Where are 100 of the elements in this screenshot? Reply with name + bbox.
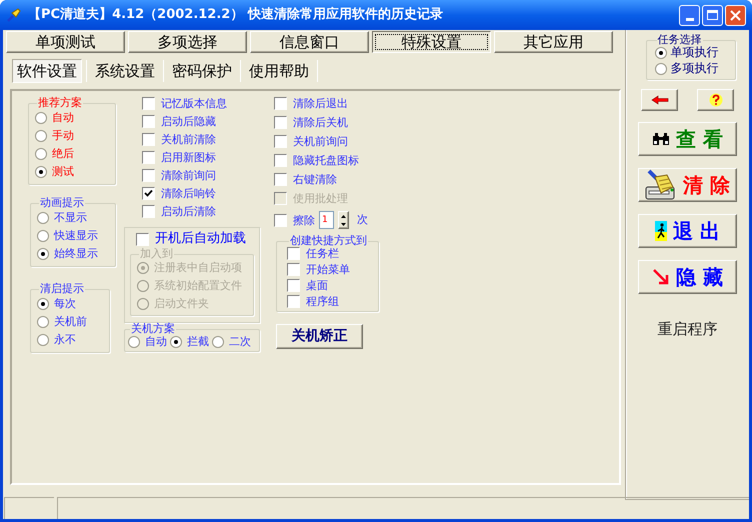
radio-button[interactable]	[654, 46, 666, 58]
radio-button[interactable]	[37, 230, 49, 242]
checkbox[interactable]	[136, 232, 149, 246]
radio-button[interactable]	[35, 166, 47, 178]
close-icon	[730, 10, 741, 20]
radio-button[interactable]	[35, 148, 47, 160]
action-button[interactable]: 隐 藏	[638, 260, 737, 294]
spin-button[interactable]	[338, 211, 349, 229]
checkbox[interactable]	[142, 97, 155, 110]
help-icon	[708, 93, 722, 107]
window-title: 【PC清道夫】4.12（2002.12.2） 快速清除常用应用软件的历史记录	[28, 6, 443, 24]
radio-button[interactable]	[35, 112, 47, 124]
checkbox-label: 程序组	[306, 295, 339, 308]
group-title: 动画提示	[39, 197, 85, 209]
checkbox-label: 记忆版本信息	[161, 97, 227, 110]
radio-label: 自动	[145, 335, 167, 348]
checkbox[interactable]	[274, 154, 287, 167]
checkbox[interactable]	[287, 295, 300, 308]
checkbox-label: 使用批处理	[293, 192, 348, 205]
back-button[interactable]	[641, 89, 678, 111]
checkbox[interactable]	[274, 135, 287, 148]
main-tab[interactable]: 其它应用	[494, 31, 613, 53]
checkbox-label: 启动后隐藏	[161, 115, 216, 128]
radio-label: 快速显示	[54, 229, 98, 242]
radio-button[interactable]	[37, 298, 49, 310]
left-arrow-icon	[650, 95, 668, 105]
down-arrow-icon	[341, 222, 346, 226]
action-button[interactable]: 查 看	[638, 122, 737, 156]
status-pane	[4, 497, 54, 519]
main-tab[interactable]: 特殊设置	[372, 31, 491, 53]
radio-button[interactable]	[128, 336, 140, 348]
checkbox-label: 开机后自动加载	[155, 231, 246, 247]
checkbox-label: 清除后退出	[293, 97, 348, 110]
sub-tab[interactable]: 系统设置	[91, 59, 159, 83]
radio-label: 永不	[54, 333, 76, 346]
radio-button[interactable]	[212, 336, 224, 348]
correct-button[interactable]: 关机矫正	[276, 324, 363, 349]
sub-tab[interactable]: 密码保护	[168, 59, 236, 83]
sub-tab[interactable]: 使用帮助	[245, 59, 313, 83]
checkbox[interactable]	[142, 169, 155, 182]
main-tab[interactable]: 单项测试	[6, 31, 125, 53]
up-arrow-icon	[341, 214, 346, 218]
arrow-icon	[652, 268, 670, 286]
main-tab[interactable]: 信息窗口	[250, 31, 369, 53]
radio-button[interactable]	[37, 248, 49, 260]
radio-label: 不显示	[54, 211, 87, 224]
radio-button[interactable]	[37, 316, 49, 328]
checkbox-label: 开始菜单	[306, 263, 350, 276]
checkbox-label: 右键清除	[293, 173, 337, 186]
action-button[interactable]: 退 出	[638, 214, 737, 248]
count-field[interactable]: 1	[319, 211, 334, 229]
radio-label: 手动	[52, 129, 74, 142]
checkbox[interactable]	[287, 247, 300, 260]
radio-label: 绝后	[52, 147, 74, 160]
walking-man-icon	[655, 221, 668, 241]
radio-label: 单项执行	[670, 46, 718, 59]
checkbox[interactable]	[287, 263, 300, 276]
group-title: 加入到	[139, 248, 174, 260]
radio-button[interactable]	[170, 336, 182, 348]
checkbox-label: 清除后关机	[293, 116, 348, 129]
checkbox-label: 隐藏托盘图标	[293, 154, 359, 167]
radio-label: 测试	[52, 165, 74, 178]
minimize-button[interactable]	[679, 4, 700, 26]
radio-label: 系统初始配置文件	[154, 279, 242, 292]
radio-label: 关机前	[54, 315, 87, 328]
printer-broom-icon	[645, 169, 678, 201]
checkbox[interactable]	[142, 187, 155, 200]
group-title: 创建快捷方式到	[289, 235, 368, 247]
checkbox[interactable]	[142, 133, 155, 146]
radio-label: 注册表中自启动项	[154, 261, 242, 274]
main-tab[interactable]: 多项选择	[128, 31, 247, 53]
checkbox-label: 桌面	[306, 279, 328, 292]
radio-label: 始终显示	[54, 247, 98, 260]
maximize-button[interactable]	[702, 4, 723, 26]
checkbox[interactable]	[274, 173, 287, 186]
group-title: 任务选择	[656, 34, 702, 46]
radio-button[interactable]	[37, 212, 49, 224]
broom-icon	[6, 7, 22, 23]
sub-tab[interactable]: 软件设置	[12, 59, 82, 83]
checkbox-label: 擦除	[293, 214, 315, 226]
radio-button[interactable]	[654, 62, 666, 74]
checkbox-label: 关机前清除	[161, 133, 216, 146]
radio-label: 拦截	[187, 335, 209, 348]
checkbox[interactable]	[274, 214, 287, 226]
radio-label: 二次	[229, 335, 251, 348]
checkbox[interactable]	[274, 97, 287, 110]
checkbox[interactable]	[142, 151, 155, 164]
checkbox[interactable]	[142, 115, 155, 128]
close-button[interactable]	[725, 4, 746, 26]
checkbox[interactable]	[142, 205, 155, 218]
checkbox[interactable]	[274, 116, 287, 129]
restart-label[interactable]: 重启程序	[658, 318, 718, 340]
help-button[interactable]	[697, 89, 734, 111]
checkbox-label: 清除后响铃	[161, 187, 216, 200]
checkbox-label: 任务栏	[306, 247, 339, 260]
radio-button[interactable]	[37, 334, 49, 346]
group-title: 关机方案	[130, 323, 176, 335]
radio-label: 每次	[54, 297, 76, 310]
radio-button[interactable]	[35, 130, 47, 142]
checkbox[interactable]	[287, 279, 300, 292]
